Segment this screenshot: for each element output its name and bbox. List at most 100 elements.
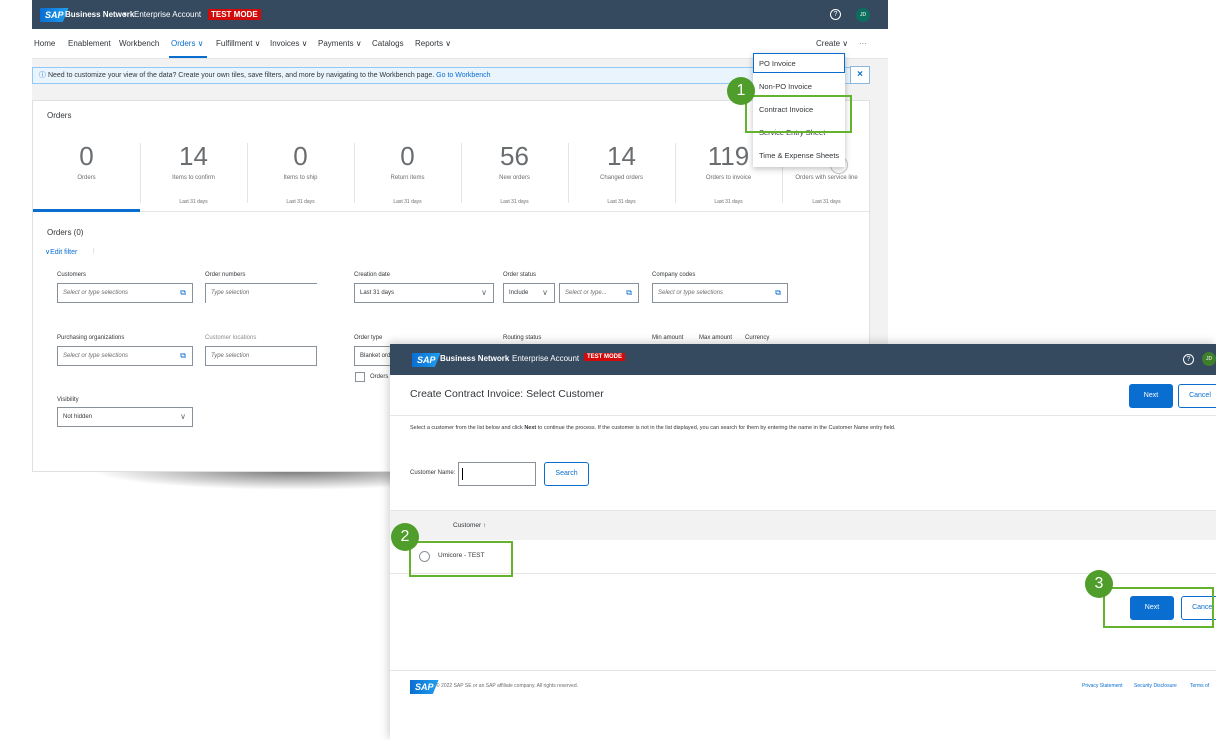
tile-label: New orders [499,175,530,181]
avatar[interactable]: JD [856,8,870,22]
panel-title: Orders [47,111,72,120]
tile-items-to-ship[interactable]: 0 Items to ship Last 31 days [247,141,354,205]
divider [390,415,1216,416]
company-codes-input[interactable]: Select or type selections ⧉ [652,283,788,303]
chevron-down-icon[interactable]: ⌄ [498,354,504,362]
copyright-text: © 2022 SAP SE or an SAP affiliate compan… [436,683,579,689]
instruction-part: to continue the process. If the customer… [536,425,896,431]
value-help-icon[interactable]: ⧉ [626,284,632,302]
nav-enablement[interactable]: Enablement [68,39,111,48]
security-disclosure-link[interactable]: Security Disclosure [1134,683,1177,689]
account-name: Enterprise Account [134,10,202,19]
test-mode-badge: TEST MODE [208,9,261,20]
nav-home[interactable]: Home [34,39,55,48]
tile-sub: Last 31 days [179,199,208,205]
info-icon: ⓘ [39,72,46,79]
table-row[interactable]: Umicore - TEST [390,540,1216,574]
orders-checkbox[interactable] [355,372,365,382]
tile-sub: Last 31 days [812,199,841,205]
tile-orders[interactable]: 0 Orders [33,141,140,199]
divider: | [93,248,95,254]
cancel-button[interactable]: Cancel [1178,384,1216,408]
tile-label: Items to ship [283,175,318,181]
step-callout-3: 3 [1085,570,1113,598]
purchasing-orgs-label: Purchasing organizations [57,335,125,341]
tile-sub: Last 31 days [607,199,636,205]
avatar[interactable]: JD [1202,352,1216,366]
routing-status-label: Routing status [503,335,542,341]
value-help-icon[interactable]: ⧉ [775,284,781,302]
privacy-statement-link[interactable]: Privacy Statement [1082,683,1123,689]
footer-sap-logo: SAP [410,680,439,694]
shell-bar: SAP Business Network ⌄ Enterprise Accoun… [390,344,1216,375]
terms-link[interactable]: Terms of [1190,683,1209,689]
close-icon[interactable]: × [850,66,870,84]
nav-fulfillment[interactable]: Fulfillment ∨ [216,39,261,48]
highlight-contract-invoice [745,95,852,133]
next-button[interactable]: Next [1129,384,1173,408]
create-menu-button[interactable]: Create ∨ [816,39,848,48]
help-icon[interactable]: ? [830,9,841,20]
selected-value: Not hidden [63,414,93,420]
include-select[interactable]: Include ∨ [503,283,555,303]
column-header-customer[interactable]: Customer ↑ [453,522,486,529]
customers-label: Customers [57,272,87,278]
nav-invoices[interactable]: Invoices ∨ [270,39,307,48]
help-icon[interactable]: ? [1183,354,1194,365]
customer-locations-label: Customer locations [205,335,257,341]
currency-label: Currency [745,335,770,341]
value-help-icon[interactable]: ⧉ [180,284,186,302]
highlight-next-button [1103,587,1214,628]
chevron-down-icon[interactable]: ▾ [123,10,127,18]
menu-item-non-po-invoice[interactable]: Non-PO Invoice [759,82,812,91]
search-button[interactable]: Search [544,462,589,486]
step-callout-1: 1 [727,77,755,105]
table-header: Customer ↑ [390,510,1216,540]
creation-date-label: Creation date [354,272,391,278]
creation-date-select[interactable]: Last 31 days ∨ [354,283,494,303]
tile-return-items[interactable]: 0 Return items Last 31 days [354,141,461,205]
value-help-icon[interactable]: ⧉ [180,347,186,365]
edit-filter-label: Edit filter [50,249,78,256]
test-mode-badge: TEST MODE [584,353,626,361]
checkbox-label: Orders [370,374,389,380]
shell-bar: SAP Business Network ▾ Enterprise Accoun… [32,0,888,29]
go-to-workbench-link[interactable]: Go to Workbench [436,72,490,79]
customers-input[interactable]: Select or type selections ⧉ [57,283,193,303]
menu-item-time-expense-sheets[interactable]: Time & Expense Sheets [759,151,839,160]
tile-label: Return items [390,175,425,181]
tile-items-to-confirm[interactable]: 14 Items to confirm Last 31 days [140,141,247,205]
nav-catalogs[interactable]: Catalogs [372,39,404,48]
more-icon[interactable]: ··· [859,39,867,48]
orders-count: Orders (0) [47,228,84,237]
customer-name-input[interactable] [458,462,536,486]
select-customer-window: SAP Business Network ⌄ Enterprise Accoun… [390,344,1216,740]
min-amount-label: Min amount [652,335,684,341]
tile-new-orders[interactable]: 56 New orders Last 31 days [461,141,568,205]
tile-number: 0 [293,141,308,171]
order-status-input[interactable]: Select or type... ⧉ [559,283,639,303]
info-text: Need to customize your view of the data?… [47,72,435,79]
visibility-select[interactable]: Not hidden ∨ [57,407,193,427]
placeholder: Select or type selections [63,353,129,359]
nav-payments[interactable]: Payments ∨ [318,39,362,48]
order-numbers-input[interactable]: Type selection [205,283,317,303]
purchasing-orgs-input[interactable]: Select or type selections ⧉ [57,346,193,366]
tile-sub: Last 31 days [714,199,743,205]
placeholder: Select or type selections [63,290,129,296]
tile-changed-orders[interactable]: 14 Changed orders Last 31 days [568,141,675,205]
selected-value: Blanket orde [360,353,394,359]
customer-locations-input[interactable]: Type selection [205,346,317,366]
tile-label: Items to confirm [172,175,215,181]
edit-filter-link[interactable]: ∨Edit filter [45,248,77,256]
nav-orders[interactable]: Orders ∨ [171,39,204,48]
tile-sub: Last 31 days [500,199,529,205]
nav-reports[interactable]: Reports ∨ [415,39,451,48]
menu-item-po-invoice[interactable]: PO Invoice [759,59,796,68]
account-name: Enterprise Account [512,354,580,363]
nav-workbench[interactable]: Workbench [119,39,159,48]
tile-label: Orders to invoice [705,175,752,181]
tile-sub: Last 31 days [393,199,422,205]
tile-number: 0 [400,141,415,171]
company-codes-label: Company codes [652,272,696,278]
